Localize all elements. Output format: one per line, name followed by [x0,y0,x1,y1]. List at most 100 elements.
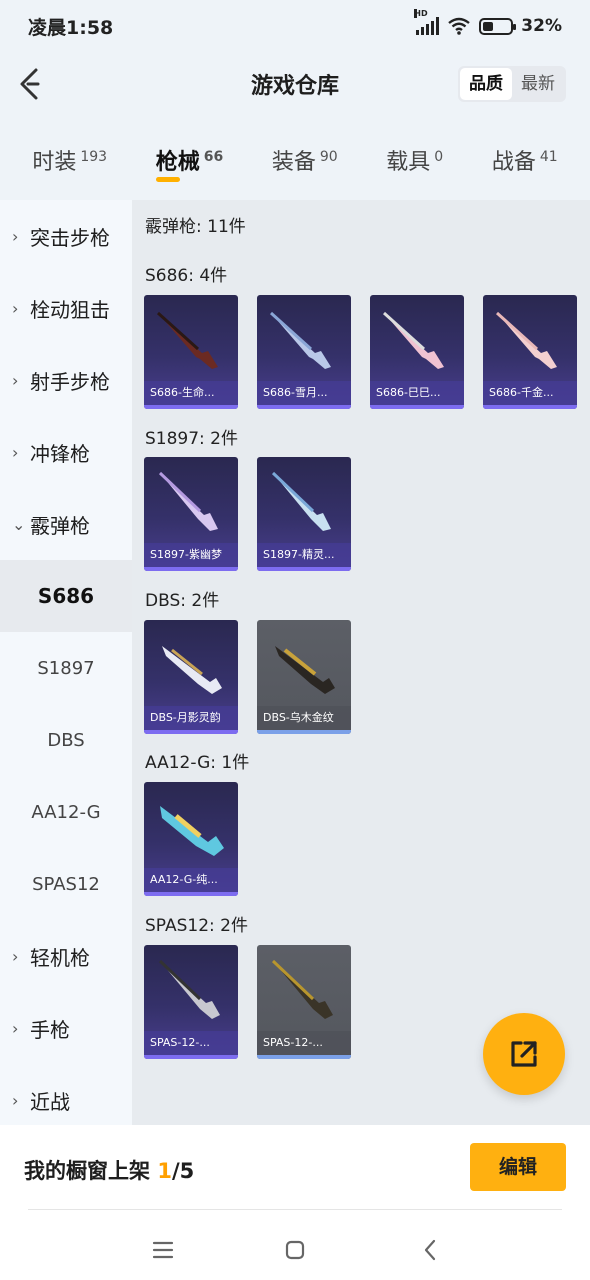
rarity-stripe [370,405,464,409]
weapon-card[interactable]: S686-千金... [483,295,577,409]
tab-count: 0 [434,149,444,165]
bottom-bar: 我的橱窗上架 1/5 编辑 [0,1125,590,1280]
tab-count: 41 [539,149,558,165]
shelf-total: /5 [171,1159,195,1183]
chevron-down-icon: ⌄ [12,514,26,534]
sidebar-item-label: 手枪 [30,1017,70,1042]
network-type-label: HD [414,9,428,18]
rarity-stripe [257,405,351,409]
status-time: 凌晨1:58 [28,16,114,39]
sidebar-item-marksman-rifle[interactable]: › 射手步枪 [0,344,132,416]
sidebar-item-bolt-sniper[interactable]: › 栓动狙击 [0,272,132,344]
group-header-aa12g: AA12-G: 1件 [145,753,250,773]
weapon-card-label: S686-雪月... [257,381,351,405]
weapon-card[interactable]: S1897-紫幽梦 [144,457,238,571]
status-bar: 凌晨1:58 HD 32% [0,0,590,52]
tab-label: 载具 [386,150,431,175]
chevron-right-icon: › [12,1090,19,1110]
weapon-card-label: S686-巳巳... [370,381,464,405]
back-icon[interactable] [416,1235,446,1265]
chevron-right-icon: › [12,226,19,246]
chevron-right-icon: › [12,298,19,318]
tab-guns[interactable]: 枪械 66 [155,132,224,192]
tab-count: 90 [319,149,338,165]
weapon-card-label: S1897-紫幽梦 [144,543,238,567]
divider [28,1209,562,1210]
sidebar-sub-aa12g[interactable]: AA12-G [0,776,132,848]
menu-icon[interactable] [148,1235,178,1265]
sort-newest-button[interactable]: 最新 [512,68,564,100]
weapon-card[interactable]: SPAS-12-... [257,945,351,1059]
tab-supplies[interactable]: 战备 41 [492,132,558,192]
shotgun-skin-icon [382,311,444,369]
battery-percent: 32% [521,16,562,36]
weapon-card[interactable]: S686-巳巳... [370,295,464,409]
weapon-card-label: SPAS-12-... [144,1031,238,1055]
home-square-icon[interactable] [280,1235,310,1265]
group-header-s1897: S1897: 2件 [145,429,239,449]
sidebar-item-label: 霰弹枪 [30,513,90,538]
sidebar-sub-spas12[interactable]: SPAS12 [0,848,132,920]
header: 游戏仓库 品质 最新 [0,52,590,116]
rarity-stripe [144,730,238,734]
tab-label: 装备 [271,150,316,175]
status-icons: HD 32% [414,9,562,36]
shotgun-skin-icon [162,646,222,694]
shotgun-skin-icon [158,471,218,531]
share-fab[interactable] [483,1013,565,1095]
tab-count: 66 [203,149,224,165]
tab-label: 枪械 [155,150,200,175]
shelf-current: 1 [157,1159,172,1183]
battery-icon [479,17,517,35]
shotgun-skin-icon [271,471,331,531]
sidebar-item-smg[interactable]: › 冲锋枪 [0,416,132,488]
back-chevron-icon[interactable] [16,66,46,102]
tab-vehicles[interactable]: 载具 0 [386,132,443,192]
shelf-label: 我的橱窗上架 [24,1159,150,1183]
sidebar-sub-s1897[interactable]: S1897 [0,632,132,704]
showcase-shelf-status: 我的橱窗上架 1/5 [24,1155,194,1185]
rarity-stripe [144,892,238,896]
weapon-card[interactable]: S1897-精灵... [257,457,351,571]
weapon-card-label: SPAS-12-... [257,1031,351,1055]
rarity-stripe [144,405,238,409]
tab-fashion[interactable]: 时装 193 [32,132,107,192]
sidebar-item-label: 射手步枪 [30,369,110,394]
weapon-card-label: AA12-G-纯... [144,868,238,892]
rarity-stripe [257,567,351,571]
group-header-spas12: SPAS12: 2件 [145,916,248,936]
shotgun-skin-icon [271,959,333,1019]
shotgun-skin-icon [160,806,224,856]
sidebar-item-lmg[interactable]: › 轻机枪 [0,920,132,992]
sidebar-sub-s686[interactable]: S686 [0,560,132,632]
tab-count: 193 [80,149,108,165]
rarity-stripe [257,1055,351,1059]
shotgun-skin-icon [275,646,335,694]
tab-label: 战备 [491,150,536,175]
chevron-right-icon: › [12,370,19,390]
rarity-stripe [257,730,351,734]
weapon-grid: 霰弹枪: 11件 S686: 4件 S686-生命... S686-雪月... … [132,200,590,1125]
sidebar-item-label: 近战 [30,1089,70,1114]
edit-button[interactable]: 编辑 [470,1143,566,1191]
sidebar-item-pistol[interactable]: › 手枪 [0,992,132,1064]
weapon-card[interactable]: SPAS-12-... [144,945,238,1059]
weapon-card[interactable]: S686-生命... [144,295,238,409]
sidebar-item-shotgun[interactable]: ⌄ 霰弹枪 [0,488,132,560]
weapon-card-label: S686-千金... [483,381,577,405]
sidebar-item-assault-rifle[interactable]: › 突击步枪 [0,200,132,272]
sidebar-item-label: 突击步枪 [30,225,110,250]
tab-equipment[interactable]: 装备 90 [272,132,338,192]
sidebar-item-label: 轻机枪 [30,945,90,970]
sort-quality-button[interactable]: 品质 [460,68,512,100]
weapon-card[interactable]: DBS-月影灵韵 [144,620,238,734]
weapon-card[interactable]: S686-雪月... [257,295,351,409]
weapon-card-label: S1897-精灵... [257,543,351,567]
sidebar-sub-dbs[interactable]: DBS [0,704,132,776]
weapon-card[interactable]: DBS-乌木金纹 [257,620,351,734]
weapon-card-label: DBS-月影灵韵 [144,706,238,730]
sidebar-item-label: 冲锋枪 [30,441,90,466]
weapon-card[interactable]: AA12-G-纯... [144,782,238,896]
shotgun-skin-icon [156,311,218,369]
category-tabs: 时装 193 枪械 66 装备 90 载具 0 战备 41 [0,132,590,192]
